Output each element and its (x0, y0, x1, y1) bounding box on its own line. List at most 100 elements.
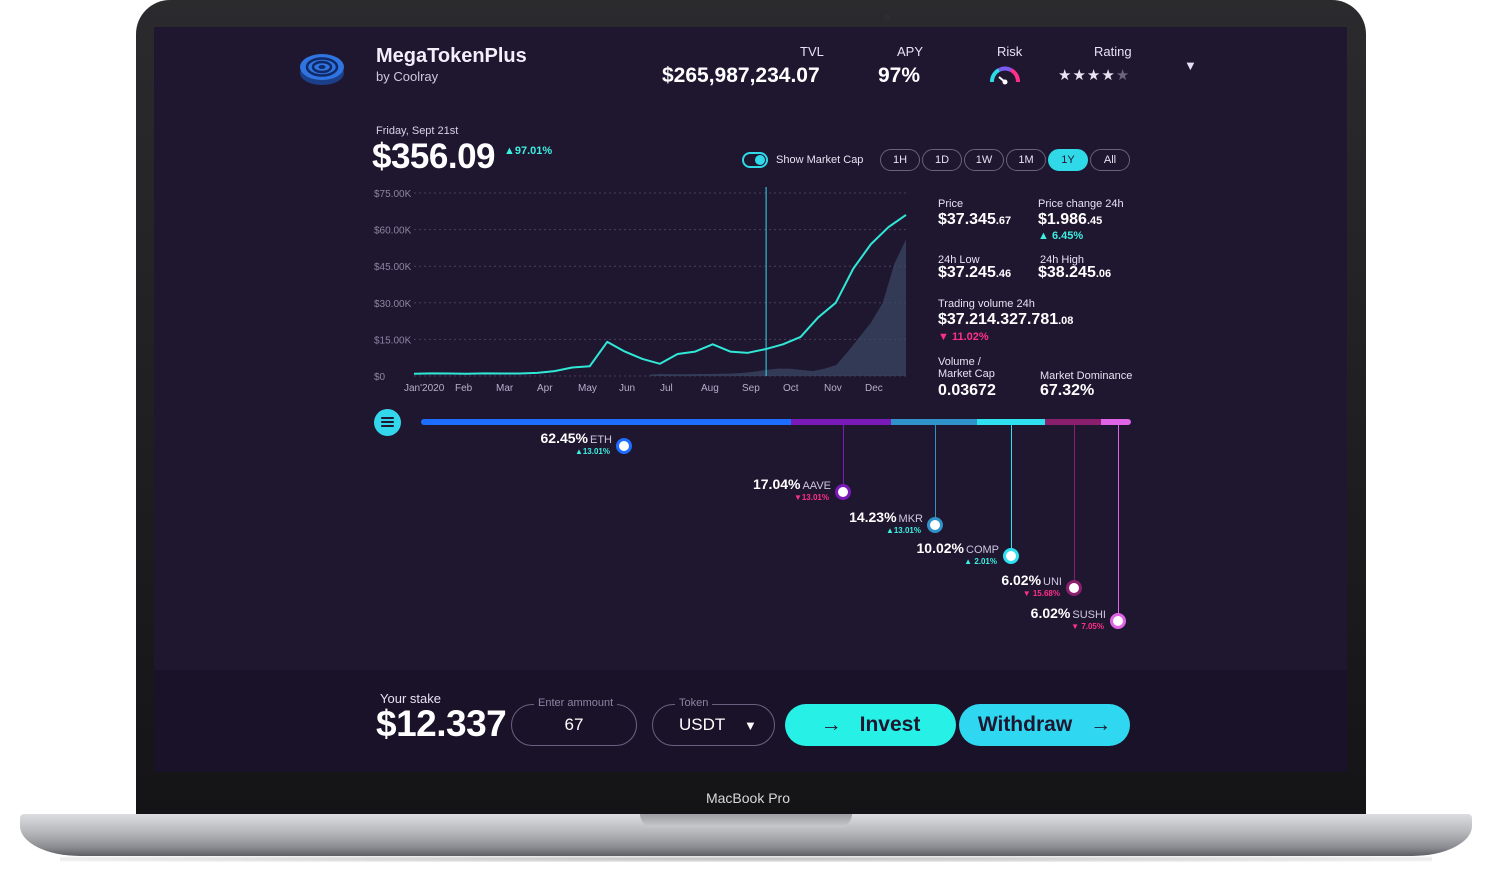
price-chart[interactable]: $75.00K $60.00K $45.00K $30.00K $15.00K $0 Jan… (368, 187, 918, 401)
list-icon-line (381, 425, 394, 427)
app-screen: MegaTokenPlus by Coolray TVL $265,987,23… (154, 27, 1347, 772)
laptop-notch (640, 814, 852, 827)
withdraw-button-label: Withdraw (977, 713, 1073, 736)
y-tick-label: $0 (374, 372, 386, 383)
range-button-1w[interactable]: 1W (964, 149, 1004, 171)
amount-field-value[interactable]: 67 (512, 715, 636, 735)
price-line (413, 214, 907, 375)
allocation-label: 10.02% COMP (917, 540, 999, 556)
volume-label: Trading volume 24h (938, 298, 1035, 310)
allocation-connector (843, 425, 844, 492)
allocation-connector (1011, 425, 1012, 556)
price-change: ▲97.01% (504, 145, 553, 157)
amount-field[interactable]: Enter ammount 67 (511, 697, 637, 746)
allocation-dot-aave[interactable] (835, 484, 851, 500)
invest-button-label: Invest (859, 713, 921, 736)
allocation-dot-mkr[interactable] (927, 517, 943, 533)
vol-mcap-value: 0.03672 (938, 382, 996, 399)
arrow-right-icon: → (820, 713, 842, 736)
allocation-symbol: UNI (1043, 576, 1062, 588)
x-tick-label: Jan'2020 (404, 383, 445, 394)
allocation-label: 62.45% ETH (541, 430, 612, 446)
allocation-symbol: COMP (966, 544, 999, 556)
apy-label: APY (897, 44, 924, 59)
range-button-1m[interactable]: 1M (1006, 149, 1046, 171)
x-tick-label: Jun (619, 383, 635, 394)
x-tick-label: Sep (742, 383, 760, 394)
rating-stars: ★★★★★ (1058, 66, 1130, 84)
price-value: $37.345.67 (938, 211, 1012, 228)
star-icon: ★ (1086, 67, 1102, 84)
allocation-pct: 10.02% (916, 540, 964, 556)
device-label: MacBook Pro (705, 790, 791, 806)
allocation-segment-uni[interactable] (1044, 419, 1101, 425)
amount-field-legend: Enter ammount (534, 697, 618, 709)
allocation-connector (935, 425, 936, 525)
apy-value: 97% (878, 64, 921, 87)
range-button-1y[interactable]: 1Y (1048, 149, 1088, 171)
allocation-segment-sushi[interactable] (1100, 419, 1131, 425)
x-tick-label: Oct (783, 383, 799, 394)
x-tick-label: May (578, 383, 597, 394)
token-select[interactable]: Token USDT ▼ (652, 697, 775, 746)
x-tick-label: Jul (660, 383, 673, 394)
rating-label: Rating (1094, 44, 1132, 59)
volume-pct: ▼ 11.02% (938, 331, 989, 343)
y-tick-label: $75.00K (374, 189, 412, 200)
volume-area (650, 239, 906, 376)
token-select-value: USDT (679, 715, 726, 734)
toggle-knob (755, 155, 765, 165)
star-icon: ★ (1058, 67, 1073, 84)
x-tick-label: Nov (824, 383, 842, 394)
allocation-segment-eth[interactable] (421, 419, 791, 425)
allocation-pct: 17.04% (752, 476, 801, 492)
risk-label: Risk (997, 44, 1023, 59)
market-cap-toggle-label: Show Market Cap (776, 154, 864, 166)
allocation-dot-comp[interactable] (1003, 548, 1019, 564)
camera (884, 14, 890, 20)
allocation-segment-aave[interactable] (790, 419, 891, 425)
allocation-dot-eth[interactable] (616, 438, 632, 454)
x-tick-label: Dec (865, 383, 883, 394)
y-tick-label: $45.00K (374, 262, 412, 273)
allocation-dot-sushi[interactable] (1110, 613, 1126, 629)
low-value: $37.245.46 (938, 264, 1012, 281)
laptop-shadow (60, 856, 1432, 862)
allocation-change: ▼ 7.05% (1071, 622, 1104, 631)
market-cap-toggle[interactable] (742, 152, 768, 168)
vol-mcap-label-1: Volume / (938, 356, 981, 368)
star-icon: ★ (1072, 67, 1087, 84)
risk-gauge-icon (990, 66, 1020, 85)
allocation-label: 17.04% AAVE (753, 476, 831, 492)
allocation-symbol: AAVE (802, 480, 831, 492)
allocation-pct: 62.45% (540, 430, 588, 446)
allocation-bar (421, 419, 1131, 425)
allocation-connector (1074, 425, 1075, 588)
price-label: Price (938, 198, 964, 210)
allocation-change: ▼13.01% (793, 493, 829, 502)
range-button-all[interactable]: All (1090, 149, 1130, 171)
header-dropdown-icon[interactable]: ▼ (1184, 58, 1197, 73)
allocation-dot-uni[interactable] (1066, 580, 1082, 596)
range-button-1d[interactable]: 1D (922, 149, 962, 171)
allocation-symbol: SUSHI (1072, 609, 1106, 621)
allocation-label: 6.02% UNI (1001, 572, 1062, 588)
x-tick-label: Aug (701, 383, 719, 394)
x-tick-label: Apr (537, 383, 553, 394)
range-button-1h[interactable]: 1H (880, 149, 920, 171)
withdraw-button[interactable]: Withdraw → (959, 704, 1130, 746)
high-value: $38.245.06 (1038, 264, 1112, 281)
allocation-connector (1118, 425, 1119, 621)
allocation-change: ▼ 15.68% (1022, 589, 1060, 598)
allocation-change: ▲13.01% (885, 526, 921, 535)
current-price: $356.09 (372, 137, 496, 176)
token-dropdown-icon[interactable]: ▼ (744, 718, 757, 733)
range-selector: 1H 1D 1W 1M 1Y All (880, 149, 1130, 171)
star-icon: ★ (1101, 67, 1116, 84)
allocation-segment-mkr[interactable] (890, 419, 977, 425)
tvl-label: TVL (800, 44, 824, 59)
change24-value: $1.986.45 (1038, 211, 1103, 228)
list-icon[interactable] (374, 409, 401, 436)
invest-button[interactable]: → Invest (785, 704, 956, 746)
allocation-pct: 6.02% (1030, 605, 1071, 621)
